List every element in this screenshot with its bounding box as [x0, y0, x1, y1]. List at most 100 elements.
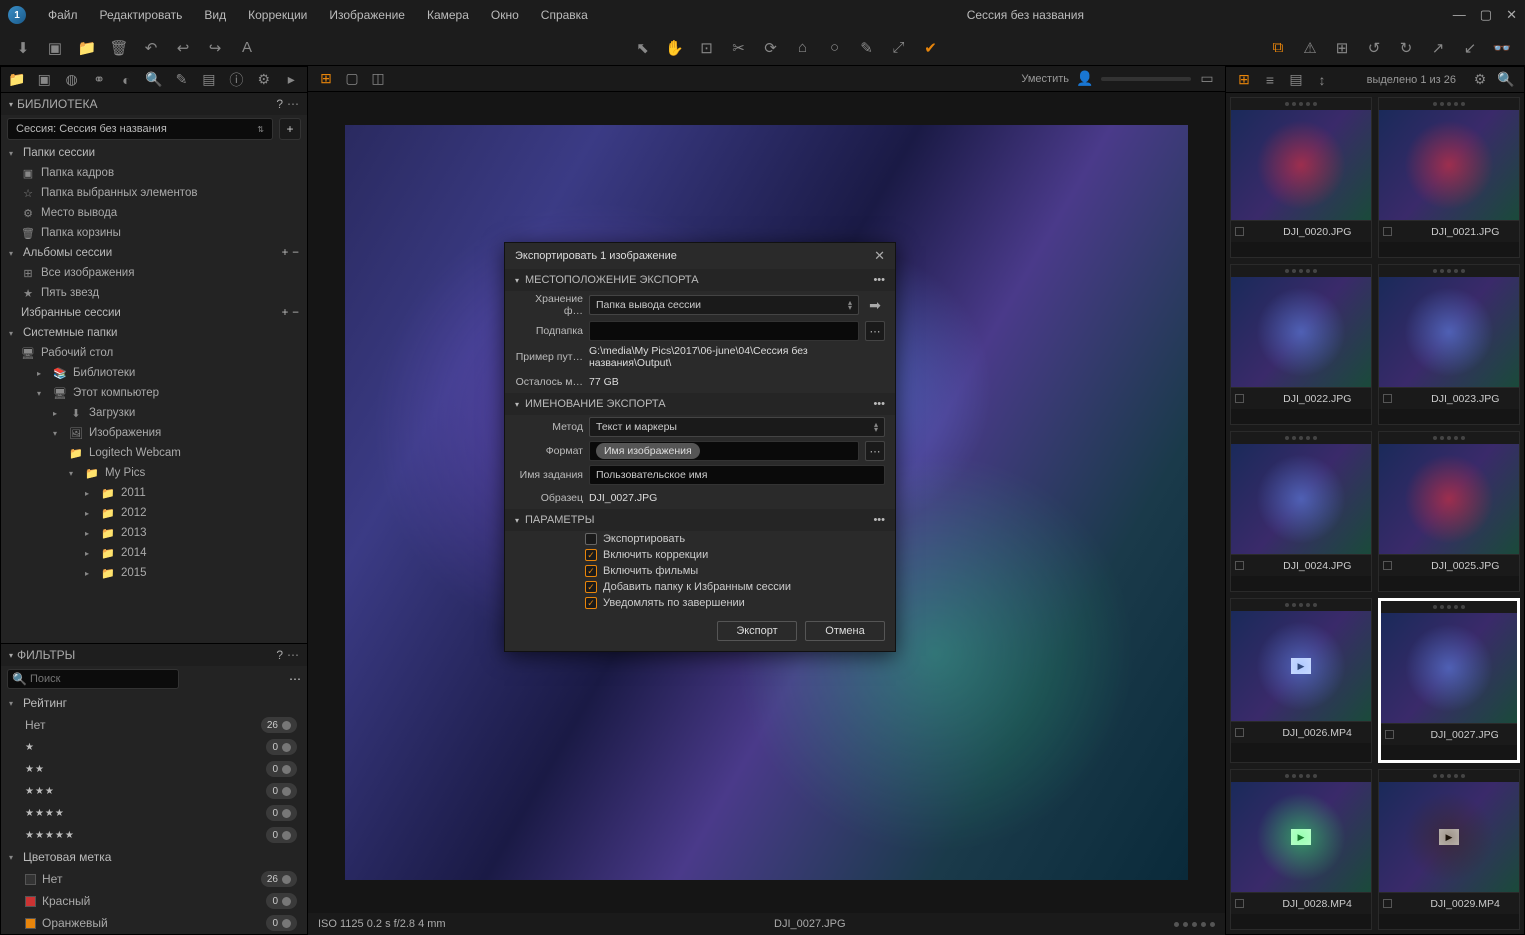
view-grid-icon[interactable]: ⊞: [316, 69, 336, 89]
format-menu-icon[interactable]: ⋯: [865, 441, 885, 461]
browser-grid-icon[interactable]: ⊞: [1234, 70, 1254, 90]
thumbnail[interactable]: DJI_0027.JPG: [1378, 598, 1520, 763]
fit-label[interactable]: Уместить: [1021, 73, 1069, 85]
import-icon[interactable]: ⬇: [14, 39, 32, 57]
menu-Окно[interactable]: Окно: [481, 4, 529, 26]
brush-icon[interactable]: ✎: [858, 39, 876, 57]
zoom-slider[interactable]: [1101, 77, 1191, 81]
this-pc[interactable]: ▾🖥Этот компьютер: [1, 383, 307, 403]
tab-proof-icon[interactable]: ▸: [282, 70, 301, 90]
selects-folder[interactable]: ☆Папка выбранных элементов: [1, 183, 307, 203]
picker-icon[interactable]: ⤢: [890, 39, 908, 57]
menu-Коррекции[interactable]: Коррекции: [238, 4, 317, 26]
tab-exposure-icon[interactable]: ◐: [117, 70, 136, 90]
undo2-icon[interactable]: ↩: [174, 39, 192, 57]
undo-icon[interactable]: ↶: [142, 39, 160, 57]
mypics-folder[interactable]: ▾📁My Pics: [1, 463, 307, 483]
keystone-icon[interactable]: ⌂: [794, 39, 812, 57]
thumbnail[interactable]: DJI_0022.JPG: [1230, 264, 1372, 425]
year-2011[interactable]: ▸📁2011: [1, 483, 307, 503]
heal-icon[interactable]: ✔: [922, 39, 940, 57]
check-notify[interactable]: ✓Уведомлять по завершении: [505, 595, 895, 611]
format-field[interactable]: Имя изображения: [589, 441, 859, 461]
thumbnail[interactable]: DJI_0023.JPG: [1378, 264, 1520, 425]
thumbnail[interactable]: DJI_0021.JPG: [1378, 97, 1520, 258]
rating-4[interactable]: ★★★★0: [1, 802, 307, 824]
browser-list-icon[interactable]: ≡: [1260, 70, 1280, 90]
menu-Редактировать[interactable]: Редактировать: [90, 4, 193, 26]
tab-color-icon[interactable]: ⚭: [89, 70, 108, 90]
output-folder[interactable]: ⚙Место вывода: [1, 203, 307, 223]
system-folders-label[interactable]: Системные папки: [23, 327, 117, 339]
redo-icon[interactable]: ↪: [206, 39, 224, 57]
albums-label[interactable]: Альбомы сессии: [23, 247, 112, 259]
naming-menu-icon[interactable]: •••: [873, 398, 885, 410]
year-2012[interactable]: ▸📁2012: [1, 503, 307, 523]
search-menu-icon[interactable]: ⋯: [289, 672, 301, 686]
menu-Вид[interactable]: Вид: [194, 4, 236, 26]
session-folders-label[interactable]: Папки сессии: [23, 147, 95, 159]
year-2015[interactable]: ▸📁2015: [1, 563, 307, 583]
tab-info-icon[interactable]: ⓘ: [227, 70, 246, 90]
tab-capture-icon[interactable]: ▣: [34, 70, 53, 90]
dialog-close-icon[interactable]: ✕: [874, 248, 885, 264]
year-2014[interactable]: ▸📁2014: [1, 543, 307, 563]
rating-5[interactable]: ★★★★★0: [1, 824, 307, 846]
grid-icon[interactable]: ⊞: [1333, 39, 1351, 57]
tab-edit-icon[interactable]: ✎: [172, 70, 191, 90]
store-select[interactable]: Папка вывода сессии▴▾: [589, 295, 859, 315]
hand-icon[interactable]: ✋: [666, 39, 684, 57]
glasses-icon[interactable]: 👓: [1493, 39, 1511, 57]
rating-2[interactable]: ★★0: [1, 758, 307, 780]
subfolder-input[interactable]: [589, 321, 859, 341]
thumbnail[interactable]: ▶DJI_0026.MP4: [1230, 598, 1372, 763]
browser-filmstrip-icon[interactable]: ▤: [1286, 70, 1306, 90]
all-images[interactable]: ⊞Все изображения: [1, 263, 307, 283]
rating-none[interactable]: Нет26: [1, 714, 307, 736]
browser-sort-icon[interactable]: ↕: [1312, 70, 1332, 90]
browser-filter-icon[interactable]: ⚙: [1470, 70, 1490, 90]
goto-folder-icon[interactable]: ➡: [865, 295, 885, 315]
folder-icon[interactable]: 📁: [78, 39, 96, 57]
ccw-icon[interactable]: ↺: [1365, 39, 1383, 57]
zoom-icon[interactable]: ⊡: [698, 39, 716, 57]
rating-1[interactable]: ★0: [1, 736, 307, 758]
color-orange[interactable]: Оранжевый0: [1, 912, 307, 934]
rotate-icon[interactable]: ⟳: [762, 39, 780, 57]
session-selector[interactable]: Сессия: Сессия без названия ⇅: [7, 118, 273, 140]
tab-gear-icon[interactable]: ⚙: [254, 70, 273, 90]
tab-lens-icon[interactable]: ◍: [62, 70, 81, 90]
menu-Камера[interactable]: Камера: [417, 4, 479, 26]
add-session-button[interactable]: +: [279, 118, 301, 140]
spot-icon[interactable]: ○: [826, 39, 844, 57]
search-input[interactable]: [7, 669, 179, 689]
zoom-box-icon[interactable]: ▭: [1197, 69, 1217, 89]
year-2013[interactable]: ▸📁2013: [1, 523, 307, 543]
thumbnail[interactable]: DJI_0020.JPG: [1230, 97, 1372, 258]
color-red[interactable]: Красный0: [1, 890, 307, 912]
cw-icon[interactable]: ↻: [1397, 39, 1415, 57]
tab-meta-icon[interactable]: ▤: [199, 70, 218, 90]
params-menu-icon[interactable]: •••: [873, 514, 885, 526]
minimize-icon[interactable]: —: [1453, 7, 1466, 23]
images-folder[interactable]: ▾🖼Изображения: [1, 423, 307, 443]
jobname-input[interactable]: [589, 465, 885, 485]
color-none[interactable]: Нет26: [1, 868, 307, 890]
favorites-label[interactable]: Избранные сессии: [9, 307, 121, 319]
tab-search-icon[interactable]: 🔍: [144, 70, 163, 90]
menu-Файл[interactable]: Файл: [38, 4, 88, 26]
menu-Изображение[interactable]: Изображение: [319, 4, 415, 26]
rating-3[interactable]: ★★★0: [1, 780, 307, 802]
check-movies[interactable]: ✓Включить фильмы: [505, 563, 895, 579]
loc-menu-icon[interactable]: •••: [873, 274, 885, 286]
warning-icon[interactable]: ⚠: [1301, 39, 1319, 57]
method-select[interactable]: Текст и маркеры▴▾: [589, 417, 885, 437]
cancel-button[interactable]: Отмена: [805, 621, 885, 641]
color-label-title[interactable]: Цветовая метка: [23, 850, 111, 864]
libraries-folder[interactable]: ▸📚Библиотеки: [1, 363, 307, 383]
expand-icon[interactable]: ↗: [1429, 39, 1447, 57]
view-single-icon[interactable]: ▢: [342, 69, 362, 89]
thumbnail[interactable]: DJI_0025.JPG: [1378, 431, 1520, 592]
maximize-icon[interactable]: ▢: [1480, 7, 1492, 23]
help-icon[interactable]: ?: [276, 97, 283, 111]
